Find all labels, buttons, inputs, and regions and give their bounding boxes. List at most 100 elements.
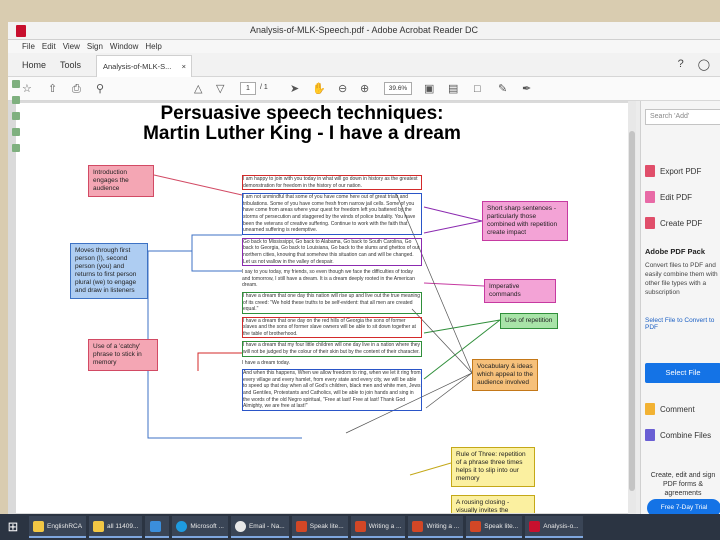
connector-intro xyxy=(153,174,243,196)
windows-taskbar: ⊞ EnglishRCA all 11409... Microsoft ... … xyxy=(0,514,720,540)
note-catchy-phrase: Use of a 'catchy' phrase to stick in mem… xyxy=(88,339,158,371)
taskbar-item-label: Speak lite... xyxy=(309,522,344,530)
notification-bell-icon[interactable]: ◯ xyxy=(698,58,710,71)
print-icon[interactable]: ⎙ xyxy=(72,82,81,96)
document-viewport[interactable]: Persuasive speech techniques: Martin Lut… xyxy=(8,101,636,517)
taskbar-item[interactable]: Analysis-o... xyxy=(525,516,583,538)
toolbar: ☆ ⇧ ⎙ ⚲ △ ▽ 1 / 1 ➤ ✋ ⊖ ⊕ 39.6% ▣ ▤ □ ✎ … xyxy=(8,77,720,101)
create-pdf-icon xyxy=(645,217,655,229)
edit-pdf-icon xyxy=(645,191,655,203)
speech-paragraph: I am happy to join with you today in wha… xyxy=(242,175,422,191)
taskbar-item-label: Microsoft ... xyxy=(190,522,224,530)
promo-text: Create, edit and sign PDF forms & agreem… xyxy=(650,472,716,497)
tool-create-pdf[interactable]: Create PDF xyxy=(645,217,702,229)
search-icon[interactable]: ⚲ xyxy=(96,82,104,96)
folder-icon xyxy=(33,520,44,532)
connector-short-1 xyxy=(423,206,483,222)
gutter-icon xyxy=(12,144,20,152)
menu-edit[interactable]: Edit xyxy=(42,40,56,53)
tool-export-pdf[interactable]: Export PDF xyxy=(645,165,701,177)
tab-document-label: Analysis-of-MLK-S... xyxy=(103,62,172,71)
connector-moves-1 xyxy=(148,234,242,252)
taskbar-item-label: EnglishRCA xyxy=(47,522,83,530)
select-cursor-icon[interactable]: ➤ xyxy=(290,82,299,96)
tool-edit-pdf[interactable]: Edit PDF xyxy=(645,191,692,203)
zoom-level-dropdown[interactable]: 39.6% xyxy=(384,82,412,95)
taskbar-item[interactable] xyxy=(145,516,170,538)
help-icon[interactable]: ? xyxy=(678,58,684,71)
page-number-input[interactable]: 1 xyxy=(240,82,256,95)
upload-icon[interactable]: ⇧ xyxy=(48,82,57,96)
taskbar-item[interactable]: EnglishRCA xyxy=(29,516,87,538)
tab-bar: Home Tools Analysis-of-MLK-S... × ? ◯ xyxy=(8,53,720,77)
speech-paragraph: I am not unmindful that some of you have… xyxy=(242,193,422,235)
page-up-icon[interactable]: △ xyxy=(194,82,202,96)
taskbar-item[interactable]: all 11409... xyxy=(89,516,143,538)
menu-help[interactable]: Help xyxy=(145,40,161,53)
acrobat-icon xyxy=(529,520,541,532)
tool-combine-files[interactable]: Combine Files xyxy=(645,429,711,441)
powerpoint-icon xyxy=(412,520,424,532)
select-file-link[interactable]: Select File to Convert to PDF xyxy=(645,317,720,331)
gutter-icon xyxy=(12,80,20,88)
taskbar-item[interactable]: Speak lite... xyxy=(466,516,523,538)
tool-export-pdf-label: Export PDF xyxy=(660,166,702,176)
menu-bar: File Edit View Sign Window Help xyxy=(8,40,720,53)
tool-comment-label: Comment xyxy=(660,404,695,414)
chrome-icon xyxy=(234,520,246,532)
connector-moves-2 xyxy=(191,251,242,272)
page-down-icon[interactable]: ▽ xyxy=(216,82,224,96)
powerpoint-icon xyxy=(354,520,366,532)
gutter-icon xyxy=(12,112,20,120)
note-introduction: Introduction engages the audience xyxy=(88,165,154,197)
zoom-in-icon[interactable]: ⊕ xyxy=(360,82,369,96)
menu-view[interactable]: View xyxy=(63,40,80,53)
highlight-pen-icon[interactable]: ✎ xyxy=(498,82,507,96)
scrollbar-thumb[interactable] xyxy=(629,131,635,491)
signature-icon[interactable]: ✒ xyxy=(522,82,531,96)
speech-paragraph: I have a dream today. xyxy=(242,359,290,366)
connector-repetition-1 xyxy=(423,319,501,334)
gutter-icon xyxy=(12,128,20,136)
tools-search-input[interactable]: Search 'Add' xyxy=(645,109,720,125)
taskbar-item[interactable]: Writing a ... xyxy=(408,516,464,538)
tool-create-pdf-label: Create PDF xyxy=(660,218,703,228)
tool-comment[interactable]: Comment xyxy=(645,403,695,415)
document-scrollbar[interactable] xyxy=(628,101,636,517)
menu-file[interactable]: File xyxy=(22,40,35,53)
speech-paragraph: I say to you today, my friends, so even … xyxy=(242,269,415,289)
comment-tool-icon xyxy=(645,403,655,415)
page-total: / 1 xyxy=(260,84,268,91)
select-file-button[interactable]: Select File xyxy=(645,363,720,383)
taskbar-item[interactable]: Microsoft ... xyxy=(172,516,228,538)
note-short-sentences: Short sharp sentences - particularly tho… xyxy=(482,201,568,241)
export-pdf-icon xyxy=(645,165,655,177)
tab-close-icon[interactable]: × xyxy=(182,59,186,75)
speech-paragraph: I have a dream that my four little child… xyxy=(242,341,422,357)
speech-paragraph: Go back to Mississippi, Go back to Alaba… xyxy=(242,237,422,267)
pdf-page: Persuasive speech techniques: Martin Lut… xyxy=(16,103,628,513)
tab-tools[interactable]: Tools xyxy=(60,57,81,73)
connector-vocab-3 xyxy=(425,372,473,409)
tab-home[interactable]: Home xyxy=(22,57,46,73)
window-titlebar: Analysis-of-MLK-Speech.pdf - Adobe Acrob… xyxy=(8,22,720,40)
taskbar-item[interactable]: Email - Na... xyxy=(230,516,289,538)
taskbar-item[interactable]: Writing a ... xyxy=(350,516,406,538)
taskbar-item[interactable]: Speak lite... xyxy=(291,516,348,538)
pdf-pack-heading: Adobe PDF Pack xyxy=(645,247,706,256)
fit-page-icon[interactable]: ▣ xyxy=(424,82,434,96)
taskbar-item-label: Writing a ... xyxy=(368,522,402,530)
speech-paragraph: I have a dream that one day this nation … xyxy=(242,291,422,314)
folder-icon xyxy=(93,520,105,532)
note-imperative: Imperative commands xyxy=(484,279,556,303)
menu-window[interactable]: Window xyxy=(110,40,138,53)
windows-start-icon[interactable]: ⊞ xyxy=(0,514,26,540)
hand-tool-icon[interactable]: ✋ xyxy=(312,82,326,96)
menu-sign[interactable]: Sign xyxy=(87,40,103,53)
bookmark-star-icon[interactable]: ☆ xyxy=(22,82,32,96)
scroll-mode-icon[interactable]: ▤ xyxy=(448,82,458,96)
zoom-out-icon[interactable]: ⊖ xyxy=(338,82,347,96)
tab-document[interactable]: Analysis-of-MLK-S... × xyxy=(96,55,192,77)
comment-icon[interactable]: □ xyxy=(474,82,481,96)
pdf-pack-description: Convert files to PDF and easily combine … xyxy=(645,262,718,296)
